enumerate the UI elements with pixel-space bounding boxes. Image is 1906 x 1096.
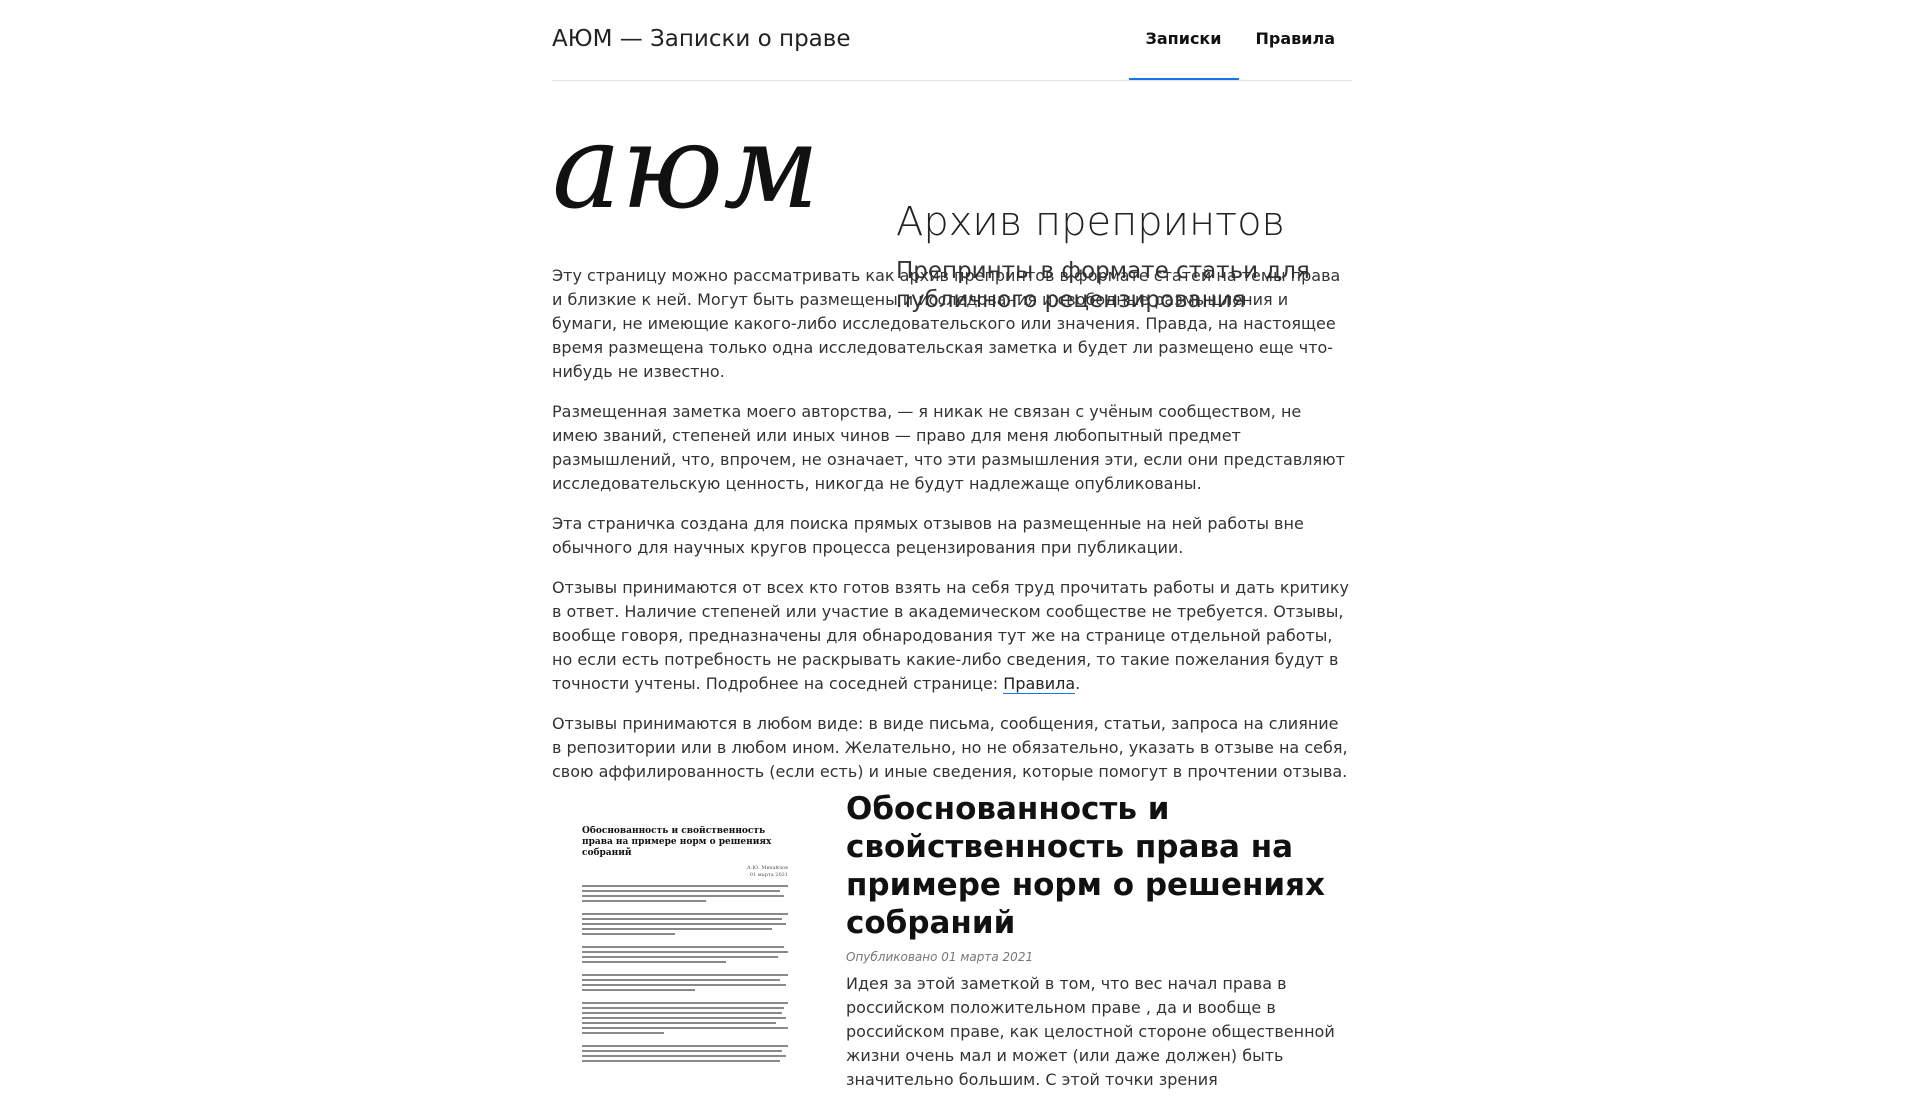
- article-thumbnail[interactable]: Обоснованность и свойственность права на…: [582, 826, 788, 1096]
- intro-text: Эту страницу можно рассматривать как арх…: [552, 264, 1352, 800]
- page-container: АЮМ — Записки о праве Записки Правила аю…: [552, 0, 1352, 1096]
- thumbnail-title: Обоснованность и свойственность права на…: [582, 826, 772, 858]
- site-header: АЮМ — Записки о праве Записки Правила: [552, 0, 1352, 81]
- intro-paragraph-3: Эта страничка создана для поиска прямых …: [552, 514, 1304, 557]
- rules-link[interactable]: Правила: [1003, 674, 1076, 694]
- intro-paragraph-2: Размещенная заметка моего авторства, — я…: [552, 402, 1345, 493]
- main-nav: Записки Правила: [1128, 0, 1353, 80]
- site-logo: аюм: [552, 111, 819, 235]
- article-title[interactable]: Обоснованность и свойственность права на…: [846, 790, 1326, 942]
- thumbnail-author: А.Ю. Михайлов: [746, 865, 788, 871]
- page-title: Архив препринтов: [896, 199, 1285, 245]
- intro-paragraph-1: Эту страницу можно рассматривать как арх…: [552, 266, 1341, 381]
- intro-paragraph-4-text: Отзывы принимаются от всех кто готов взя…: [552, 578, 1349, 693]
- logo-text: аюм: [552, 111, 819, 235]
- nav-item-notes[interactable]: Записки: [1128, 0, 1239, 80]
- nav-item-rules[interactable]: Правила: [1239, 0, 1353, 80]
- article-card: Обоснованность и свойственность права на…: [552, 790, 1352, 1096]
- article-excerpt: Идея за этой заметкой в том, что вес нач…: [846, 974, 1335, 1089]
- intro-paragraph-4-end: .: [1075, 674, 1081, 693]
- site-title[interactable]: АЮМ — Записки о праве: [552, 26, 850, 52]
- thumbnail-date: 01 марта 2021: [749, 872, 788, 878]
- hero: аюм Архив препринтов Препринты в формате…: [552, 81, 1352, 313]
- intro-paragraph-4: Отзывы принимаются от всех кто готов взя…: [552, 576, 1352, 696]
- article-date: Опубликовано 01 марта 2021: [846, 950, 1034, 964]
- intro-paragraph-5: Отзывы принимаются в любом виде: в виде …: [552, 714, 1348, 781]
- thumbnail-text-lines: [582, 885, 788, 1062]
